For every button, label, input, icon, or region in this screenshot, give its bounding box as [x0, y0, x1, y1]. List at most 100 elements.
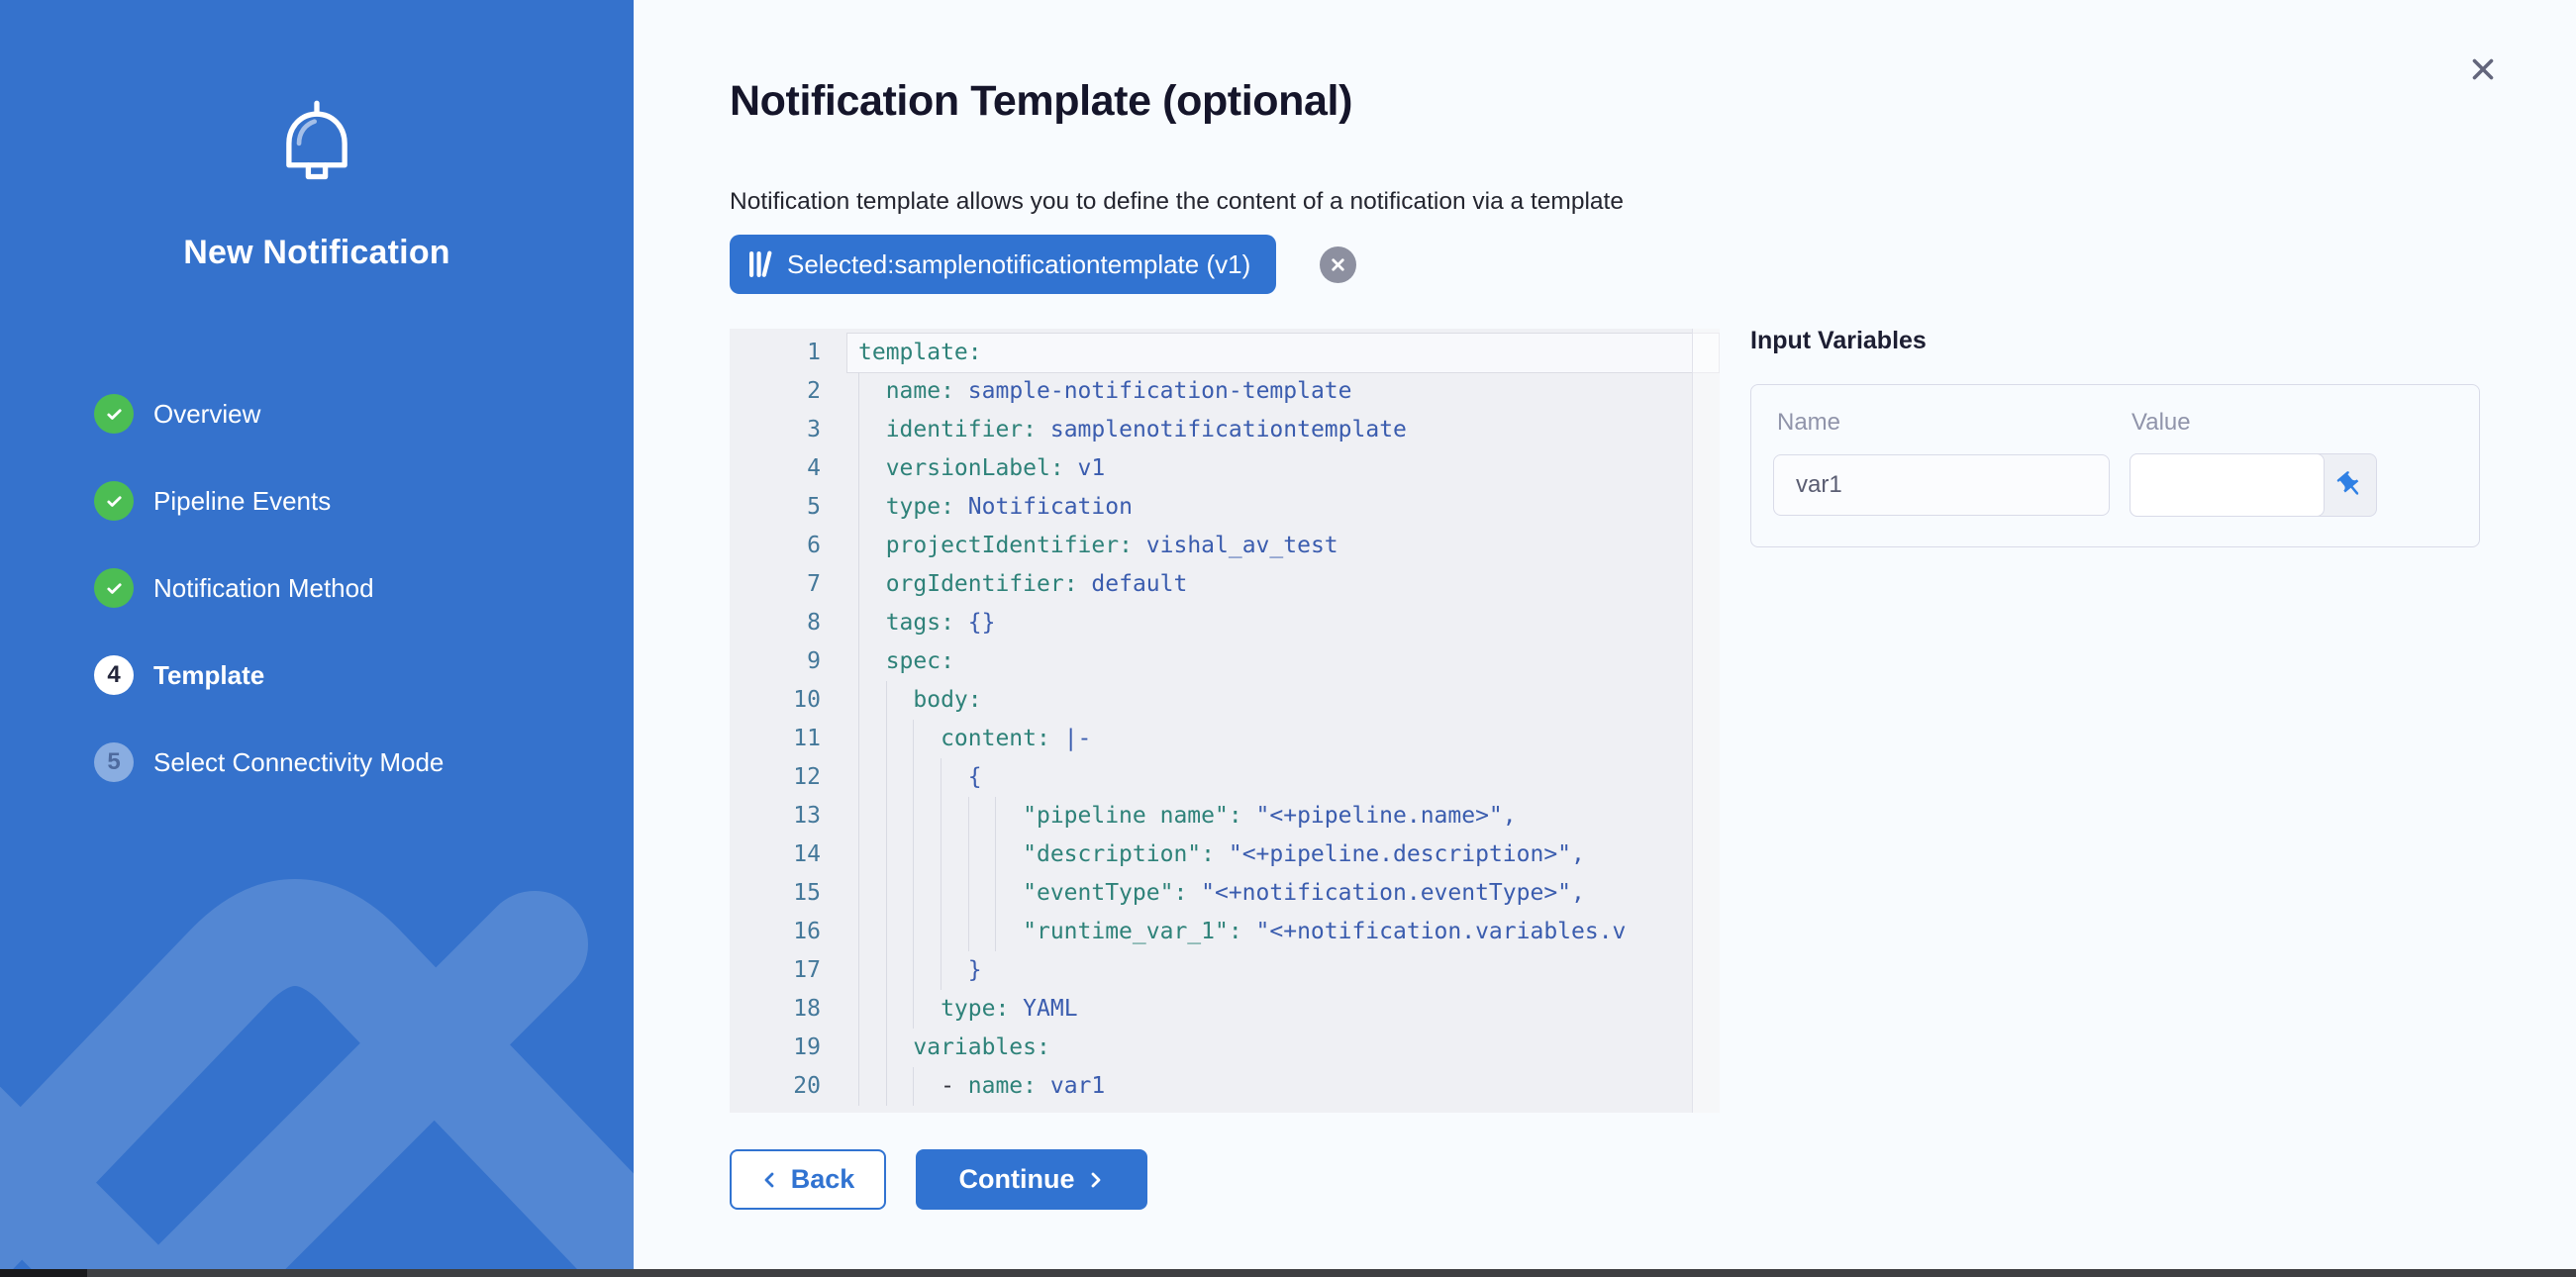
line-number: 8 — [730, 604, 821, 642]
line-number: 9 — [730, 642, 821, 681]
remove-template-icon[interactable] — [1320, 246, 1356, 283]
code-text: tags: {} — [858, 604, 995, 642]
bottom-bar-dark-segment — [0, 1269, 87, 1277]
line-number: 20 — [730, 1067, 821, 1106]
code-text: body: — [858, 681, 982, 720]
code-text: variables: — [858, 1029, 1050, 1067]
code-text: versionLabel: v1 — [858, 449, 1105, 488]
code-text: "pipeline name": "<+pipeline.name>", — [858, 797, 1517, 835]
code-text: template: — [858, 334, 982, 372]
line-number: 13 — [730, 797, 821, 835]
line-number: 2 — [730, 372, 821, 411]
step-label: Notification Method — [153, 573, 374, 604]
code-line: 9 spec: — [730, 642, 1720, 681]
code-line: 6 projectIdentifier: vishal_av_test — [730, 527, 1720, 565]
code-text: orgIdentifier: default — [858, 565, 1187, 604]
new-notification-wizard: New Notification Overview Pipeline Events… — [0, 0, 2576, 1277]
step-label: Overview — [153, 399, 260, 430]
line-number: 12 — [730, 758, 821, 797]
code-text: "eventType": "<+notification.eventType>"… — [858, 874, 1585, 913]
code-text: { — [858, 758, 982, 797]
code-line: 15 "eventType": "<+notification.eventTyp… — [730, 874, 1720, 913]
step-label: Template — [153, 660, 264, 691]
value-column-header: Value — [2131, 409, 2191, 437]
code-text: content: |- — [858, 720, 1091, 758]
code-text: } — [858, 951, 982, 990]
step-check-icon — [94, 568, 134, 608]
code-line: 8 tags: {} — [730, 604, 1720, 642]
line-number: 3 — [730, 411, 821, 449]
line-number: 5 — [730, 488, 821, 527]
chevron-right-icon — [1086, 1171, 1104, 1189]
line-number: 10 — [730, 681, 821, 720]
code-text: - name: var1 — [858, 1067, 1105, 1106]
sidebar-step-select-connectivity-mode[interactable]: 5Select Connectivity Mode — [0, 719, 634, 806]
code-text: identifier: samplenotificationtemplate — [858, 411, 1407, 449]
code-line: 11 content: |- — [730, 720, 1720, 758]
line-number: 4 — [730, 449, 821, 488]
step-check-icon — [94, 481, 134, 521]
code-text: projectIdentifier: vishal_av_test — [858, 527, 1338, 565]
code-text: type: YAML — [858, 990, 1078, 1029]
code-line: 5 type: Notification — [730, 488, 1720, 527]
code-line: 20 - name: var1 — [730, 1067, 1720, 1106]
code-text: "description": "<+pipeline.description>"… — [858, 835, 1585, 874]
yaml-editor[interactable]: 1template:2 name: sample-notification-te… — [730, 329, 1720, 1113]
selected-template-chip[interactable]: Selected:samplenotificationtemplate (v1) — [730, 235, 1276, 294]
code-line: 7 orgIdentifier: default — [730, 565, 1720, 604]
wizard-sidebar: New Notification Overview Pipeline Events… — [0, 0, 634, 1277]
code-line: 18 type: YAML — [730, 990, 1720, 1029]
editor-scrollbar[interactable] — [1692, 329, 1720, 1113]
code-line: 13 "pipeline name": "<+pipeline.name>", — [730, 797, 1720, 835]
continue-button-label: Continue — [959, 1164, 1075, 1195]
code-line: 19 variables: — [730, 1029, 1720, 1067]
code-lines: 1template:2 name: sample-notification-te… — [730, 329, 1720, 1106]
code-line: 12 { — [730, 758, 1720, 797]
pin-button[interactable] — [2324, 454, 2376, 516]
input-variables-card: Name Value — [1750, 384, 2480, 547]
page-description: Notification template allows you to defi… — [730, 188, 1624, 216]
code-line: 1template: — [730, 334, 1720, 372]
code-line: 2 name: sample-notification-template — [730, 372, 1720, 411]
code-text: spec: — [858, 642, 954, 681]
step-number: 5 — [94, 742, 134, 782]
back-button[interactable]: Back — [730, 1149, 886, 1210]
selected-template-row: Selected:samplenotificationtemplate (v1) — [730, 235, 1356, 294]
step-check-icon — [94, 394, 134, 434]
variable-value-group — [2130, 453, 2377, 517]
line-number: 19 — [730, 1029, 821, 1067]
line-number: 17 — [730, 951, 821, 990]
continue-button[interactable]: Continue — [916, 1149, 1147, 1210]
line-number: 11 — [730, 720, 821, 758]
code-line: 14 "description": "<+pipeline.descriptio… — [730, 835, 1720, 874]
code-line: 4 versionLabel: v1 — [730, 449, 1720, 488]
line-number: 7 — [730, 565, 821, 604]
name-column-header: Name — [1777, 409, 1840, 437]
code-text: type: Notification — [858, 488, 1133, 527]
close-icon[interactable] — [2461, 48, 2505, 91]
code-line: 17 } — [730, 951, 1720, 990]
page-title: Notification Template (optional) — [730, 77, 1352, 126]
line-number: 18 — [730, 990, 821, 1029]
pin-icon — [2335, 470, 2365, 500]
sidebar-step-overview[interactable]: Overview — [0, 370, 634, 457]
input-variables-title: Input Variables — [1750, 327, 1927, 355]
sidebar-step-pipeline-events[interactable]: Pipeline Events — [0, 457, 634, 544]
line-number: 16 — [730, 913, 821, 951]
sidebar-step-template[interactable]: 4 Template — [0, 632, 634, 719]
wizard-title: New Notification — [0, 234, 634, 272]
code-line: 3 identifier: samplenotificationtemplate — [730, 411, 1720, 449]
code-text: "runtime_var_1": "<+notification.variabl… — [858, 913, 1626, 951]
line-number: 15 — [730, 874, 821, 913]
step-label: Pipeline Events — [153, 486, 331, 517]
sidebar-step-notification-method[interactable]: Notification Method — [0, 544, 634, 632]
bell-icon — [267, 95, 366, 198]
harness-logo-watermark — [0, 806, 634, 1271]
code-text: name: sample-notification-template — [858, 372, 1352, 411]
variable-name-input[interactable] — [1773, 454, 2110, 516]
chevron-left-icon — [761, 1171, 779, 1189]
selected-template-label: Selected:samplenotificationtemplate (v1) — [787, 249, 1250, 280]
code-line: 10 body: — [730, 681, 1720, 720]
variable-value-input[interactable] — [2130, 453, 2325, 517]
step-number: 4 — [94, 655, 134, 695]
